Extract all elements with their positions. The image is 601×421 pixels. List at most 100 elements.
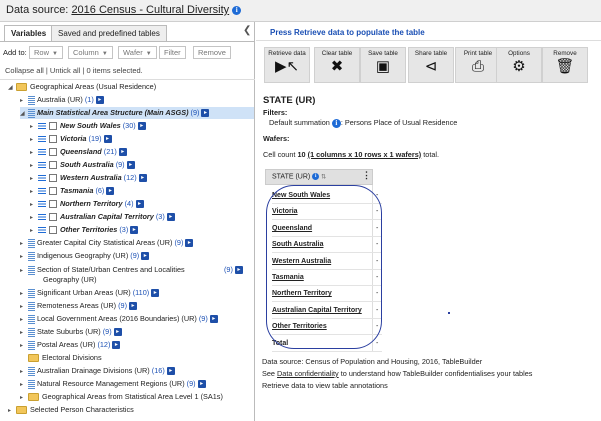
more-icon[interactable]: ▸: [185, 239, 194, 248]
sort-icon[interactable]: ⇅: [321, 174, 326, 180]
remove-button[interactable]: Remove: [193, 46, 231, 59]
more-icon[interactable]: ▸: [166, 213, 175, 222]
tree-item-geographical-areas[interactable]: ◢ Geographical Areas (Usual Residence): [8, 81, 156, 93]
checkbox[interactable]: [49, 135, 57, 144]
checkbox[interactable]: [49, 200, 57, 209]
tree-item-australia[interactable]: ▸ Australia (UR) (1) ▸: [20, 94, 104, 106]
more-icon[interactable]: ▸: [151, 289, 160, 298]
tree-item-act[interactable]: ▸ Australian Capital Territory (3) ▸: [30, 211, 175, 223]
column-menu-icon[interactable]: ⋮: [362, 170, 371, 181]
collapsed-triangle-icon[interactable]: ▸: [30, 173, 38, 185]
collapsed-triangle-icon[interactable]: ▸: [20, 392, 28, 404]
checkbox[interactable]: [49, 213, 57, 222]
more-icon[interactable]: ▸: [95, 96, 104, 105]
more-icon[interactable]: ▸: [103, 135, 112, 144]
collapsed-triangle-icon[interactable]: ▸: [30, 134, 38, 146]
checkbox[interactable]: [49, 226, 57, 235]
collapsed-triangle-icon[interactable]: ▸: [20, 314, 28, 326]
collapsed-triangle-icon[interactable]: ▸: [20, 379, 28, 391]
collapsed-triangle-icon[interactable]: ▸: [30, 121, 38, 133]
print-table-button[interactable]: Print table ⎙: [455, 47, 501, 83]
retrieve-data-button[interactable]: Retrieve data ▶↖: [264, 47, 310, 83]
tree-item-other-territories[interactable]: ▸ Other Territories (3) ▸: [30, 224, 139, 237]
collapsed-triangle-icon[interactable]: ▸: [30, 186, 38, 198]
info-icon[interactable]: i: [312, 173, 320, 180]
add-wafer-button[interactable]: Wafer ▼: [118, 46, 157, 59]
tree-item-sa1-areas[interactable]: ▸ Geographical Areas from Statistical Are…: [20, 391, 223, 403]
clear-table-button[interactable]: Clear table ✖: [314, 47, 360, 83]
filter-button[interactable]: Filter: [159, 46, 186, 59]
checkbox[interactable]: [49, 187, 57, 196]
untick-all-link[interactable]: Untick all: [50, 66, 80, 75]
more-icon[interactable]: ▸: [113, 328, 122, 337]
tree-item-nsw[interactable]: ▸ New South Wales (30) ▸: [30, 120, 146, 132]
remove-table-button[interactable]: Remove 🗑: [542, 47, 588, 83]
info-icon[interactable]: i: [232, 5, 242, 15]
checkbox[interactable]: [49, 122, 57, 131]
tree-item-drainage-divisions[interactable]: ▸ Australian Drainage Divisions (UR) (16)…: [20, 365, 175, 377]
more-icon[interactable]: ▸: [106, 187, 115, 196]
collapsed-triangle-icon[interactable]: ▸: [30, 147, 38, 159]
collapsed-triangle-icon[interactable]: ▸: [20, 95, 28, 107]
more-icon[interactable]: ▸: [135, 200, 144, 209]
more-icon[interactable]: ▸: [209, 315, 218, 324]
tree-item-south-australia[interactable]: ▸ South Australia (9) ▸: [30, 159, 135, 171]
save-table-button[interactable]: Save table ▣: [360, 47, 406, 83]
tree-item-northern-territory[interactable]: ▸ Northern Territory (4) ▸: [30, 198, 144, 210]
info-icon[interactable]: i: [331, 118, 341, 128]
data-source-link[interactable]: 2016 Census - Cultural Diversity: [71, 4, 229, 16]
cell-count-link[interactable]: (1 columns x 10 rows x 1 wafers): [308, 150, 422, 159]
more-icon[interactable]: ▸: [118, 148, 127, 157]
data-confidentiality-link[interactable]: Data confidentiality: [277, 369, 339, 378]
share-table-button[interactable]: Share table ⊲: [408, 47, 454, 83]
collapsed-triangle-icon[interactable]: ▸: [20, 366, 28, 378]
tree-item-electoral-divisions[interactable]: Electoral Divisions: [28, 352, 102, 364]
tab-variables[interactable]: Variables: [4, 25, 54, 42]
checkbox[interactable]: [49, 174, 57, 183]
more-icon[interactable]: ▸: [129, 302, 138, 311]
collapsed-triangle-icon[interactable]: ▸: [20, 251, 28, 263]
checkbox[interactable]: [49, 161, 57, 170]
collapsed-triangle-icon[interactable]: ▸: [30, 160, 38, 172]
tree-item-tasmania[interactable]: ▸ Tasmania (6) ▸: [30, 185, 115, 198]
column-header[interactable]: STATE (UR) i ⇅: [265, 169, 373, 185]
collapsed-triangle-icon[interactable]: ▸: [30, 225, 38, 237]
more-icon[interactable]: ▸: [126, 161, 135, 170]
more-icon[interactable]: ▸: [197, 380, 206, 389]
tree-item-postal-areas[interactable]: ▸ Postal Areas (UR) (12) ▸: [20, 339, 121, 352]
add-column-button[interactable]: Column ▼: [68, 46, 113, 59]
tree-item-queensland[interactable]: ▸ Queensland (21) ▸: [30, 146, 127, 158]
expanded-triangle-icon[interactable]: ◢: [8, 82, 16, 94]
collapsed-triangle-icon[interactable]: ▸: [30, 199, 38, 211]
tree-item-state-suburbs[interactable]: ▸ State Suburbs (UR) (9) ▸: [20, 326, 122, 338]
more-icon[interactable]: ▸: [137, 122, 146, 131]
tab-saved-tables[interactable]: Saved and predefined tables: [51, 25, 167, 41]
tree-item-western-australia[interactable]: ▸ Western Australia (12) ▸: [30, 172, 147, 184]
tree-item-victoria[interactable]: ▸ Victoria (19) ▸: [30, 133, 112, 145]
collapse-all-link[interactable]: Collapse all: [5, 66, 44, 75]
more-icon[interactable]: ▸: [166, 367, 175, 376]
more-icon[interactable]: ▸: [112, 341, 121, 350]
collapsed-triangle-icon[interactable]: ▸: [8, 405, 16, 417]
collapsed-triangle-icon[interactable]: ▸: [30, 212, 38, 224]
collapsed-triangle-icon[interactable]: ▸: [20, 340, 28, 352]
collapsed-triangle-icon[interactable]: ▸: [20, 265, 28, 277]
more-icon[interactable]: ▸: [234, 266, 243, 275]
collapse-panel-icon[interactable]: ❮: [243, 25, 251, 36]
more-icon[interactable]: ▸: [201, 109, 210, 118]
collapsed-triangle-icon[interactable]: ▸: [20, 327, 28, 339]
add-row-button[interactable]: Row ▼: [29, 46, 63, 59]
tree-item-remoteness[interactable]: ▸ Remoteness Areas (UR) (9) ▸: [20, 300, 138, 313]
tree-item-lga[interactable]: ▸ Local Government Areas (2016 Boundaries…: [20, 313, 218, 325]
tree-item-selected-person-characteristics[interactable]: ▸ Selected Person Characteristics: [8, 404, 134, 416]
checkbox[interactable]: [49, 148, 57, 157]
tree-item-main-asgs[interactable]: ◢ Main Statistical Area Structure (Main A…: [20, 107, 254, 119]
expanded-triangle-icon[interactable]: ◢: [20, 108, 28, 120]
tree-item-gccsa[interactable]: ▸ Greater Capital City Statistical Areas …: [20, 237, 194, 249]
more-icon[interactable]: ▸: [130, 226, 139, 235]
tree-item-nrm-regions[interactable]: ▸ Natural Resource Management Regions (UR…: [20, 378, 206, 390]
options-button[interactable]: Options ⚙: [496, 47, 542, 83]
collapsed-triangle-icon[interactable]: ▸: [20, 288, 28, 300]
tree-item-significant-urban[interactable]: ▸ Significant Urban Areas (UR) (110) ▸: [20, 287, 160, 300]
collapsed-triangle-icon[interactable]: ▸: [20, 301, 28, 313]
